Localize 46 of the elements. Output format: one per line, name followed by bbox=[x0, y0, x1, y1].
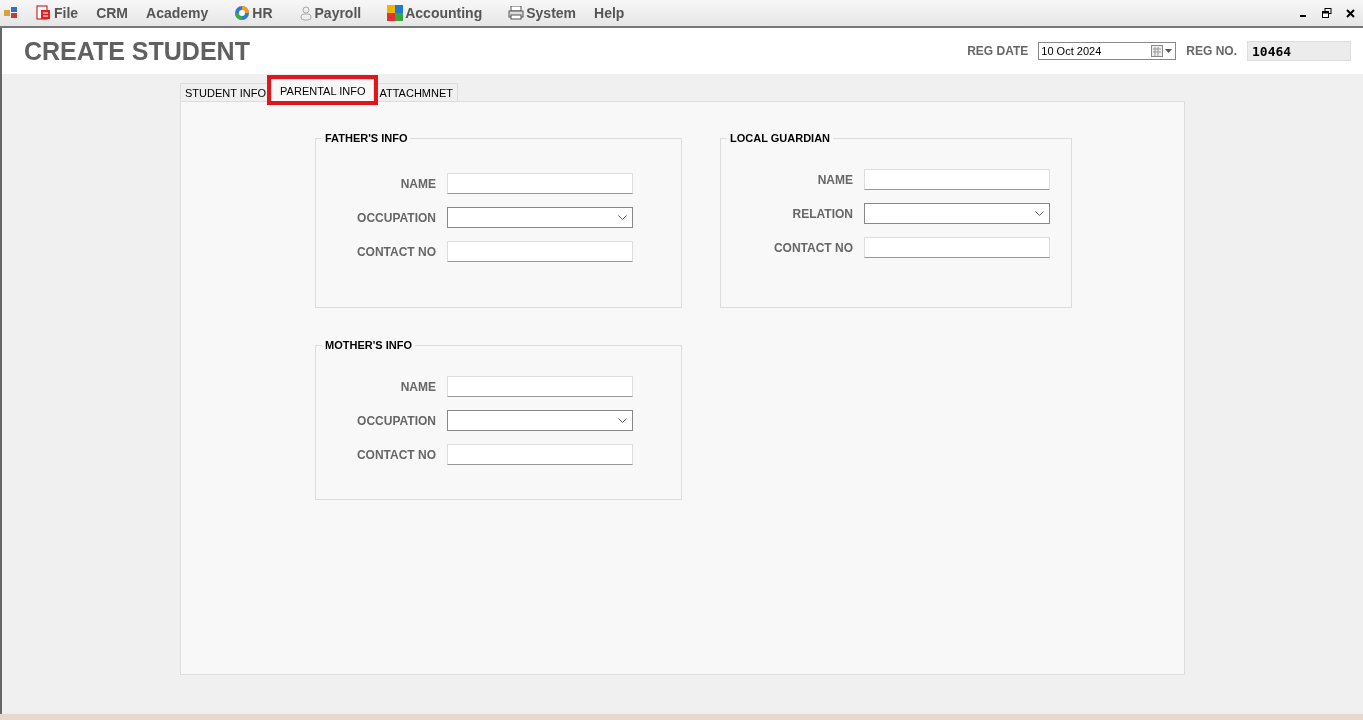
field-label: NAME bbox=[399, 379, 436, 394]
menu-item[interactable]: Payroll bbox=[286, 5, 366, 21]
reg-no-field: 10464 bbox=[1247, 41, 1351, 61]
menu-item[interactable]: HR bbox=[222, 5, 277, 21]
reg-no-label: REG NO. bbox=[1186, 44, 1237, 58]
date-picker[interactable]: 10 Oct 2024 bbox=[1038, 42, 1177, 60]
input-field[interactable] bbox=[447, 173, 633, 194]
dropdown[interactable] bbox=[447, 207, 633, 228]
field-label: CONTACT NO bbox=[355, 447, 436, 462]
group-title: MOTHER'S INFO bbox=[322, 339, 415, 351]
chevron-down-icon bbox=[618, 215, 627, 220]
field-label: RELATION bbox=[791, 206, 853, 221]
menu-item[interactable]: System bbox=[496, 5, 581, 21]
person-icon bbox=[298, 5, 313, 21]
field-label: NAME bbox=[816, 172, 853, 187]
menu-item[interactable]: CRM bbox=[92, 5, 132, 21]
menu-item[interactable]: Academy bbox=[142, 5, 213, 21]
page-title: CREATE STUDENT bbox=[24, 36, 250, 66]
app-icon[interactable] bbox=[4, 7, 18, 19]
field-label: CONTACT NO bbox=[772, 240, 853, 255]
restore-icon[interactable] bbox=[1322, 8, 1332, 18]
field-label: NAME bbox=[399, 176, 436, 191]
field-label: OCCUPATION bbox=[356, 210, 436, 225]
printer-icon bbox=[508, 6, 525, 20]
close-icon[interactable] bbox=[1346, 8, 1355, 18]
menu-item[interactable]: Help bbox=[590, 5, 629, 21]
dropdown[interactable] bbox=[864, 203, 1050, 224]
document-icon bbox=[36, 5, 52, 21]
input-field[interactable] bbox=[447, 444, 633, 465]
input-field[interactable] bbox=[447, 376, 633, 397]
input-field[interactable] bbox=[864, 237, 1050, 258]
chevron-down-icon bbox=[618, 418, 627, 423]
field-label: OCCUPATION bbox=[356, 413, 436, 428]
chevron-down-icon bbox=[1035, 211, 1044, 216]
input-field[interactable] bbox=[864, 169, 1050, 190]
field-label: CONTACT NO bbox=[355, 244, 436, 259]
globe-icon bbox=[234, 5, 251, 21]
group-title: FATHER'S INFO bbox=[322, 132, 411, 144]
dropdown[interactable] bbox=[447, 410, 633, 431]
input-field[interactable] bbox=[447, 241, 633, 262]
reg-date-label: REG DATE bbox=[967, 44, 1029, 58]
menu-item[interactable]: Accounting bbox=[375, 5, 487, 21]
menu-item[interactable]: File bbox=[24, 5, 83, 21]
group-title: LOCAL GUARDIAN bbox=[727, 132, 833, 144]
calendar-icon[interactable] bbox=[1151, 45, 1174, 57]
grid-icon bbox=[387, 5, 404, 21]
